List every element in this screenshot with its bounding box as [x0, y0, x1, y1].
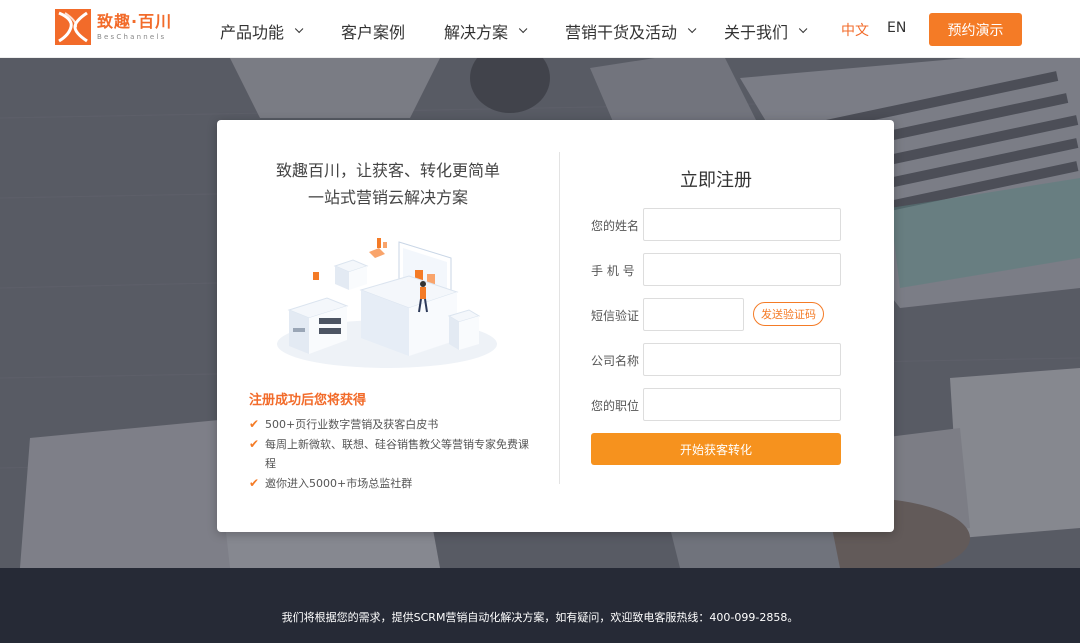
benefit-item: ✔ 每周上新微软、联想、硅谷销售教父等营销专家免费课程 — [249, 435, 539, 473]
name-input[interactable] — [643, 208, 841, 241]
check-icon: ✔ — [249, 476, 260, 490]
submit-button[interactable]: 开始获客转化 — [591, 433, 841, 465]
check-icon: ✔ — [249, 417, 260, 431]
benefit-text: 邀你进入5000+市场总监社群 — [265, 477, 413, 490]
job-title-label: 您的职位 — [591, 399, 640, 413]
company-input[interactable] — [643, 343, 841, 376]
nav-item-label: 客户案例 — [341, 23, 406, 42]
chevron-down-icon — [518, 24, 528, 34]
nav-item-label: 关于我们 — [724, 23, 789, 42]
footer-contact-text: 我们将根据您的需求，提供SCRM营销自动化解决方案，如有疑问，欢迎致电客服热线：… — [281, 611, 799, 624]
nav-item-marketing-resources[interactable]: 营销干货及活动 — [565, 19, 697, 43]
phone-label: 手 机 号 — [591, 264, 635, 278]
slogan-line-1: 致趣百川，让获客、转化更简单 — [275, 161, 500, 180]
chevron-down-icon — [294, 24, 304, 34]
lang-cn-link[interactable]: 中文 — [841, 20, 869, 40]
job-title-input[interactable] — [643, 388, 841, 421]
name-label: 您的姓名 — [591, 219, 640, 233]
promo-panel: 致趣百川，让获客、转化更简单 一站式营销云解决方案 注册成功后您将获得 ✔ 50… — [217, 120, 559, 532]
form-title: 立即注册 — [680, 170, 752, 191]
phone-input[interactable] — [643, 253, 841, 286]
logo-name-en: BesChannels — [97, 33, 167, 41]
benefits-title: 注册成功后您将获得 — [249, 393, 367, 408]
benefit-item: ✔ 邀你进入5000+市场总监社群 — [249, 474, 539, 493]
benefit-text: 每周上新微软、联想、硅谷销售教父等营销专家免费课程 — [265, 438, 529, 470]
benefit-item: ✔ 500+页行业数字营销及获客白皮书 — [249, 415, 539, 434]
registration-card: 致趣百川，让获客、转化更简单 一站式营销云解决方案 注册成功后您将获得 ✔ 50… — [217, 120, 894, 532]
nav-item-solutions[interactable]: 解决方案 — [444, 19, 528, 43]
site-header: 致趣·百川 BesChannels 产品功能 客户案例 解决方案 营销干货及活动… — [0, 0, 1080, 58]
benefit-text: 500+页行业数字营销及获客白皮书 — [265, 418, 439, 431]
logo-mark-icon — [55, 9, 91, 45]
logo-name-cn: 致趣·百川 — [97, 12, 173, 31]
check-icon: ✔ — [249, 437, 260, 451]
lang-en-link[interactable]: EN — [887, 20, 906, 36]
nav-item-products[interactable]: 产品功能 — [220, 19, 304, 43]
slogan-line-2: 一站式营销云解决方案 — [307, 188, 468, 207]
book-demo-button[interactable]: 预约演示 — [929, 13, 1022, 46]
chevron-down-icon — [798, 24, 808, 34]
company-label: 公司名称 — [591, 354, 640, 368]
chevron-down-icon — [687, 24, 697, 34]
nav-item-label: 解决方案 — [444, 23, 509, 42]
nav-item-about[interactable]: 关于我们 — [724, 19, 808, 43]
sms-code-input[interactable] — [643, 298, 744, 331]
card-divider — [559, 152, 560, 484]
sms-code-label: 短信验证 — [591, 309, 640, 323]
isometric-marketing-illustration — [277, 238, 497, 368]
logo[interactable]: 致趣·百川 BesChannels — [55, 9, 172, 45]
nav-item-cases[interactable]: 客户案例 — [341, 19, 405, 43]
send-sms-code-button[interactable]: 发送验证码 — [753, 302, 824, 326]
nav-item-label: 营销干货及活动 — [565, 23, 678, 42]
nav-item-label: 产品功能 — [220, 23, 285, 42]
site-footer: 我们将根据您的需求，提供SCRM营销自动化解决方案，如有疑问，欢迎致电客服热线：… — [0, 568, 1080, 643]
